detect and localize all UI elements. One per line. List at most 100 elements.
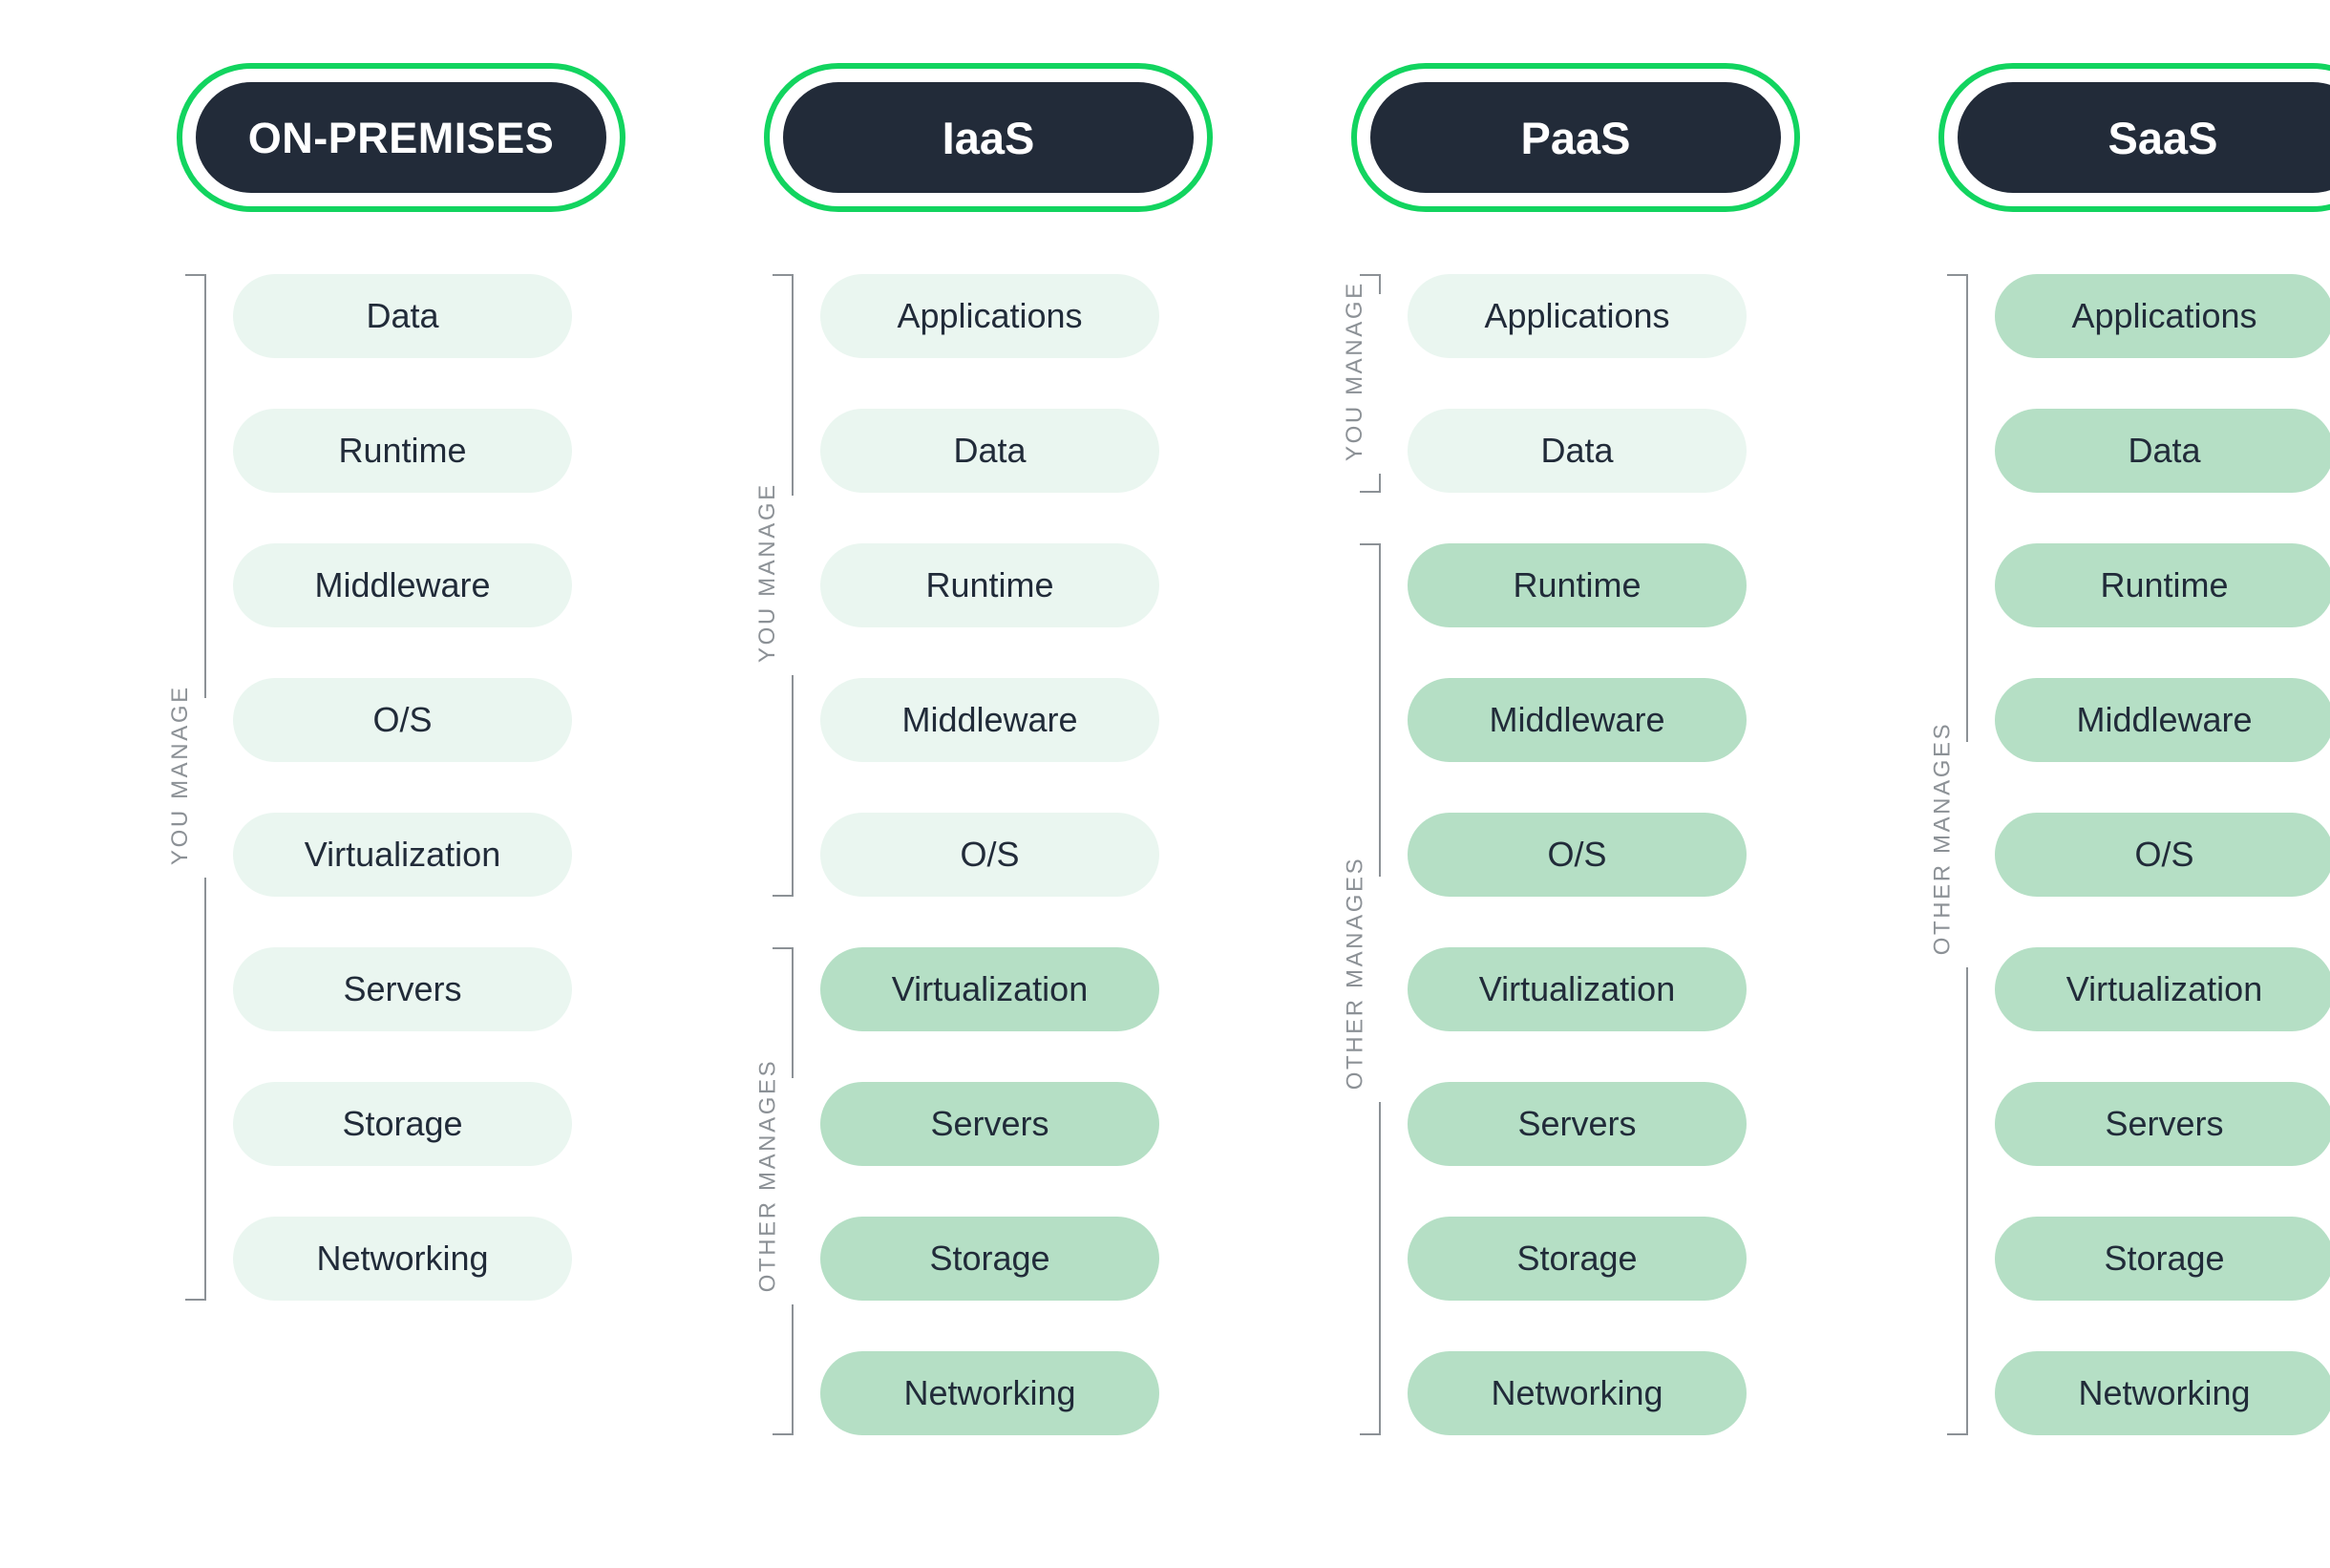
layer-cell-label: O/S: [372, 700, 433, 739]
layer-cell-label: Runtime: [925, 565, 1054, 604]
layer-cell-label: Servers: [343, 969, 462, 1008]
layer-cell[interactable]: Middleware: [1408, 678, 1747, 762]
layer-cell-label: Virtualization: [1478, 969, 1676, 1008]
bracket-spine-lower: [204, 877, 206, 1301]
layer-cell-label: Storage: [2104, 1239, 2225, 1278]
layer-cell-label: Middleware: [1489, 700, 1665, 739]
group-label-you: YOU MANAGE: [1342, 280, 1367, 461]
bracket-spine-lower: [792, 675, 794, 897]
layer-cell[interactable]: Data: [1995, 409, 2330, 493]
layer-cell[interactable]: Storage: [820, 1217, 1159, 1301]
bracket-tick-top: [185, 274, 206, 276]
bracket-tick-bottom: [1360, 491, 1381, 493]
layer-cell-label: Data: [953, 431, 1027, 470]
layer-cell[interactable]: Virtualization: [1995, 947, 2330, 1031]
bracket-spine-upper: [1379, 543, 1381, 877]
bracket-spine-lower: [792, 1303, 794, 1435]
layer-cell[interactable]: Networking: [820, 1351, 1159, 1435]
layer-cell[interactable]: Runtime: [1995, 543, 2330, 627]
group-label-other: OTHER MANAGES: [1342, 856, 1367, 1091]
layer-cell[interactable]: Runtime: [233, 409, 572, 493]
bracket-spine-lower: [1966, 967, 1968, 1435]
layer-cell-label: Networking: [316, 1239, 489, 1278]
bracket-tick-top: [1947, 274, 1968, 276]
layer-cell[interactable]: Data: [1408, 409, 1747, 493]
bracket-tick-top: [1360, 274, 1381, 276]
layer-cell[interactable]: Servers: [1408, 1082, 1747, 1166]
group-label-other: OTHER MANAGES: [754, 1058, 780, 1292]
layer-cell-label: Virtualization: [2065, 969, 2263, 1008]
layer-cell-label: Servers: [2105, 1104, 2224, 1143]
layer-cell[interactable]: Middleware: [1995, 678, 2330, 762]
layer-cell-label: Runtime: [2100, 565, 2229, 604]
layer-cell-label: Virtualization: [304, 835, 501, 874]
layer-cell-label: Applications: [897, 296, 1083, 335]
layer-cell-label: Storage: [1516, 1239, 1638, 1278]
layer-cell[interactable]: Servers: [233, 947, 572, 1031]
layer-stack-paas: Applications Data Runtime Middleware O/S Virt…: [1346, 0, 1934, 1568]
layer-cell[interactable]: Storage: [1408, 1217, 1747, 1301]
layer-cell-label: Middleware: [901, 700, 1078, 739]
layer-cell[interactable]: Runtime: [1408, 543, 1747, 627]
group-label-you: YOU MANAGE: [167, 684, 193, 865]
layer-cell[interactable]: O/S: [1408, 813, 1747, 897]
bracket-tick-bottom: [773, 895, 794, 897]
layer-stack-on-premises: Data Runtime Middleware O/S Virtualization Se…: [172, 0, 759, 1568]
layer-cell[interactable]: O/S: [1995, 813, 2330, 897]
layer-cell[interactable]: Data: [233, 274, 572, 358]
group-label-you: YOU MANAGE: [754, 482, 780, 663]
bracket-spine-upper: [1966, 274, 1968, 742]
layer-cell-label: Runtime: [338, 431, 467, 470]
layer-cell-label: O/S: [2134, 835, 2194, 874]
bracket-spine-upper: [792, 947, 794, 1079]
layer-cell-label: Networking: [2078, 1373, 2251, 1412]
layer-cell[interactable]: Applications: [1408, 274, 1747, 358]
layer-cell-label: Servers: [1517, 1104, 1637, 1143]
bracket-spine-lower: [1379, 473, 1381, 493]
layer-cell[interactable]: Virtualization: [1408, 947, 1747, 1031]
layer-cell[interactable]: Data: [820, 409, 1159, 493]
bracket-spine-upper: [1379, 274, 1381, 294]
layer-cell-label: O/S: [1547, 835, 1607, 874]
bracket-tick-bottom: [1947, 1433, 1968, 1435]
layer-cell[interactable]: Applications: [1995, 274, 2330, 358]
layer-cell-label: Storage: [342, 1104, 463, 1143]
layer-cell[interactable]: O/S: [233, 678, 572, 762]
layer-cell-label: Middleware: [314, 565, 491, 604]
layer-cell[interactable]: O/S: [820, 813, 1159, 897]
bracket-tick-bottom: [773, 1433, 794, 1435]
responsibility-diagram: ON-PREMISES Data Runtime Middleware O/S Virtu…: [0, 0, 2330, 1568]
column-paas: PaaS Applications Data Runtime Middleware O/S…: [1342, 0, 1934, 1568]
layer-cell[interactable]: Middleware: [820, 678, 1159, 762]
layer-cell-label: Middleware: [2076, 700, 2253, 739]
layer-cell[interactable]: Storage: [233, 1082, 572, 1166]
layer-cell[interactable]: Servers: [1995, 1082, 2330, 1166]
layer-stack-saas: Applications Data Runtime Middleware O/S Virt…: [1934, 0, 2330, 1568]
layer-cell-label: Data: [2128, 431, 2201, 470]
layer-cell[interactable]: Networking: [1408, 1351, 1747, 1435]
layer-cell[interactable]: Virtualization: [233, 813, 572, 897]
bracket-tick-top: [773, 274, 794, 276]
layer-cell[interactable]: Servers: [820, 1082, 1159, 1166]
layer-cell[interactable]: Networking: [233, 1217, 572, 1301]
layer-cell-label: Virtualization: [891, 969, 1089, 1008]
layer-cell[interactable]: Networking: [1995, 1351, 2330, 1435]
layer-cell-label: O/S: [960, 835, 1020, 874]
layer-cell[interactable]: Applications: [820, 274, 1159, 358]
layer-cell[interactable]: Storage: [1995, 1217, 2330, 1301]
column-on-premises: ON-PREMISES Data Runtime Middleware O/S Virtu…: [167, 0, 759, 1568]
layer-cell-label: Applications: [2071, 296, 2257, 335]
layer-cell[interactable]: Virtualization: [820, 947, 1159, 1031]
layer-cell[interactable]: Runtime: [820, 543, 1159, 627]
layer-cell-label: Storage: [929, 1239, 1050, 1278]
bracket-tick-top: [773, 947, 794, 949]
layer-cell-label: Runtime: [1513, 565, 1642, 604]
column-iaas: IaaS Applications Data Runtime Middleware O/S…: [754, 0, 1346, 1568]
layer-cell[interactable]: Middleware: [233, 543, 572, 627]
layer-cell-label: Data: [366, 296, 439, 335]
layer-cell-label: Data: [1540, 431, 1614, 470]
bracket-spine-upper: [204, 274, 206, 698]
bracket-tick-bottom: [1360, 1433, 1381, 1435]
layer-cell-label: Applications: [1484, 296, 1670, 335]
layer-cell-label: Networking: [903, 1373, 1076, 1412]
